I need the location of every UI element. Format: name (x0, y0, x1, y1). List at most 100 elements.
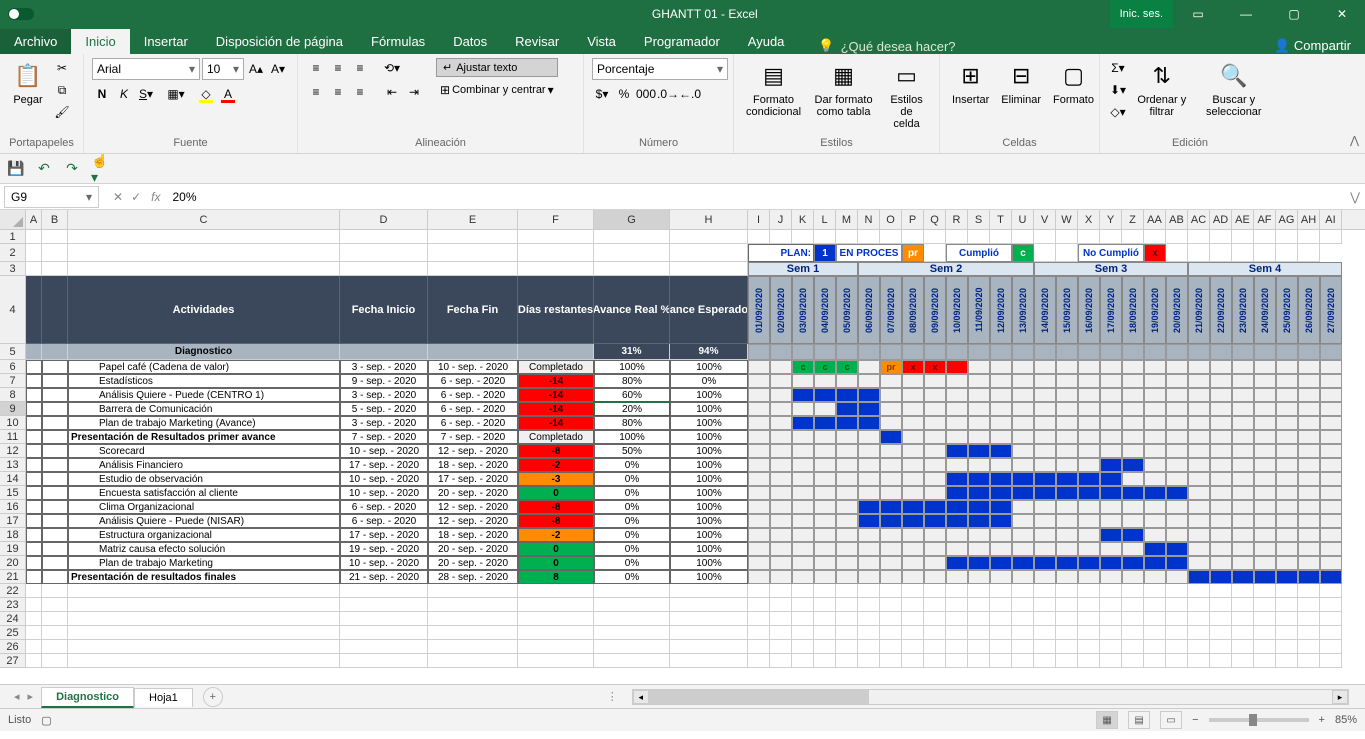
horizontal-scrollbar[interactable]: ◂ ▸ (632, 689, 1349, 705)
col-header-C[interactable]: C (68, 210, 340, 229)
conditional-format-button[interactable]: ▤Formato condicional (742, 58, 805, 120)
align-left-icon[interactable]: ≡ (306, 82, 326, 102)
sheet-nav-next-icon[interactable]: ▸ (28, 690, 34, 703)
cut-icon[interactable]: ✂ (52, 58, 72, 78)
increase-indent-icon[interactable]: ⇥ (404, 82, 424, 102)
sort-filter-button[interactable]: ⇅Ordenar y filtrar (1132, 58, 1192, 120)
merge-center-button[interactable]: ⊞ Combinar y centrar ▾ (436, 81, 558, 99)
col-header-K[interactable]: K (792, 210, 814, 229)
col-header-Q[interactable]: Q (924, 210, 946, 229)
zoom-in-icon[interactable]: + (1319, 714, 1325, 726)
align-top-icon[interactable]: ≡ (306, 58, 326, 78)
col-header-N[interactable]: N (858, 210, 880, 229)
row-header-6[interactable]: 6 (0, 360, 26, 374)
sheet-tab-diagnostico[interactable]: Diagnostico (41, 687, 134, 708)
format-cells-button[interactable]: ▢Formato (1049, 58, 1098, 108)
row-header-10[interactable]: 10 (0, 416, 26, 430)
tab-data[interactable]: Datos (439, 29, 501, 54)
tab-layout[interactable]: Disposición de página (202, 29, 357, 54)
row-header-11[interactable]: 11 (0, 430, 26, 444)
tab-home[interactable]: Inicio (71, 29, 129, 54)
decrease-indent-icon[interactable]: ⇤ (382, 82, 402, 102)
col-header-H[interactable]: H (670, 210, 748, 229)
align-middle-icon[interactable]: ≡ (328, 58, 348, 78)
undo-icon[interactable]: ↶ (34, 159, 54, 179)
row-header-17[interactable]: 17 (0, 514, 26, 528)
copy-icon[interactable]: ⧉ (52, 80, 72, 100)
underline-icon[interactable]: S▾ (136, 84, 156, 104)
align-right-icon[interactable]: ≡ (350, 82, 370, 102)
row-header-27[interactable]: 27 (0, 654, 26, 668)
tell-me-search[interactable]: 💡 ¿Qué desea hacer? (818, 38, 955, 54)
fill-color-icon[interactable]: ◇ (196, 84, 216, 104)
col-header-AB[interactable]: AB (1166, 210, 1188, 229)
row-header-3[interactable]: 3 (0, 262, 26, 276)
row-header-2[interactable]: 2 (0, 244, 26, 262)
zoom-out-icon[interactable]: − (1192, 714, 1198, 726)
row-header-5[interactable]: 5 (0, 344, 26, 360)
row-header-23[interactable]: 23 (0, 598, 26, 612)
wrap-text-button[interactable]: ↵Ajustar texto (436, 58, 558, 77)
increase-decimal-icon[interactable]: .0→ (658, 84, 678, 104)
col-header-AE[interactable]: AE (1232, 210, 1254, 229)
name-box[interactable]: G9▾ (4, 186, 99, 208)
row-header-1[interactable]: 1 (0, 230, 26, 244)
format-painter-icon[interactable]: 🖌 (52, 102, 72, 122)
expand-formula-bar-icon[interactable]: ⋁ (1345, 190, 1365, 204)
row-header-18[interactable]: 18 (0, 528, 26, 542)
add-sheet-icon[interactable]: + (203, 687, 223, 707)
col-header-U[interactable]: U (1012, 210, 1034, 229)
col-header-P[interactable]: P (902, 210, 924, 229)
tab-view[interactable]: Vista (573, 29, 630, 54)
row-header-9[interactable]: 9 (0, 402, 26, 416)
col-header-X[interactable]: X (1078, 210, 1100, 229)
zoom-value[interactable]: 85% (1335, 714, 1357, 726)
row-header-24[interactable]: 24 (0, 612, 26, 626)
align-center-icon[interactable]: ≡ (328, 82, 348, 102)
row-header-8[interactable]: 8 (0, 388, 26, 402)
close-icon[interactable]: ✕ (1319, 0, 1365, 28)
font-size-combo[interactable]: 10▾ (202, 58, 244, 80)
col-header-AA[interactable]: AA (1144, 210, 1166, 229)
number-format-combo[interactable]: Porcentaje▾ (592, 58, 728, 80)
col-header-M[interactable]: M (836, 210, 858, 229)
normal-view-icon[interactable]: ▦ (1096, 711, 1118, 729)
row-header-19[interactable]: 19 (0, 542, 26, 556)
col-header-L[interactable]: L (814, 210, 836, 229)
row-header-25[interactable]: 25 (0, 626, 26, 640)
clear-icon[interactable]: ◇▾ (1108, 102, 1128, 122)
row-header-7[interactable]: 7 (0, 374, 26, 388)
col-header-Z[interactable]: Z (1122, 210, 1144, 229)
bold-icon[interactable]: N (92, 84, 112, 104)
col-header-AH[interactable]: AH (1298, 210, 1320, 229)
row-header-12[interactable]: 12 (0, 444, 26, 458)
tab-help[interactable]: Ayuda (734, 29, 799, 54)
decrease-font-icon[interactable]: A▾ (268, 59, 288, 79)
col-header-J[interactable]: J (770, 210, 792, 229)
touch-mouse-icon[interactable]: ☝▾ (90, 159, 110, 179)
comma-format-icon[interactable]: 000 (636, 84, 656, 104)
sheet-nav-prev-icon[interactable]: ◂ (14, 690, 20, 703)
sheet-tab-hoja1[interactable]: Hoja1 (134, 688, 193, 707)
col-header-Y[interactable]: Y (1100, 210, 1122, 229)
fill-icon[interactable]: ⬇▾ (1108, 80, 1128, 100)
col-header-AF[interactable]: AF (1254, 210, 1276, 229)
tab-developer[interactable]: Programador (630, 29, 734, 54)
border-icon[interactable]: ▦▾ (166, 84, 186, 104)
col-header-S[interactable]: S (968, 210, 990, 229)
col-header-W[interactable]: W (1056, 210, 1078, 229)
paste-button[interactable]: 📋 Pegar (8, 58, 48, 108)
col-header-R[interactable]: R (946, 210, 968, 229)
row-header-22[interactable]: 22 (0, 584, 26, 598)
save-icon[interactable]: 💾 (6, 159, 26, 179)
row-header-4[interactable]: 4 (0, 276, 26, 344)
col-header-AD[interactable]: AD (1210, 210, 1232, 229)
col-header-G[interactable]: G (594, 210, 670, 229)
fx-icon[interactable]: fx (151, 190, 160, 204)
row-header-26[interactable]: 26 (0, 640, 26, 654)
row-header-14[interactable]: 14 (0, 472, 26, 486)
row-header-16[interactable]: 16 (0, 500, 26, 514)
signin-button[interactable]: Inic. ses. (1110, 0, 1173, 28)
cancel-formula-icon[interactable]: ✕ (113, 190, 123, 204)
align-bottom-icon[interactable]: ≡ (350, 58, 370, 78)
